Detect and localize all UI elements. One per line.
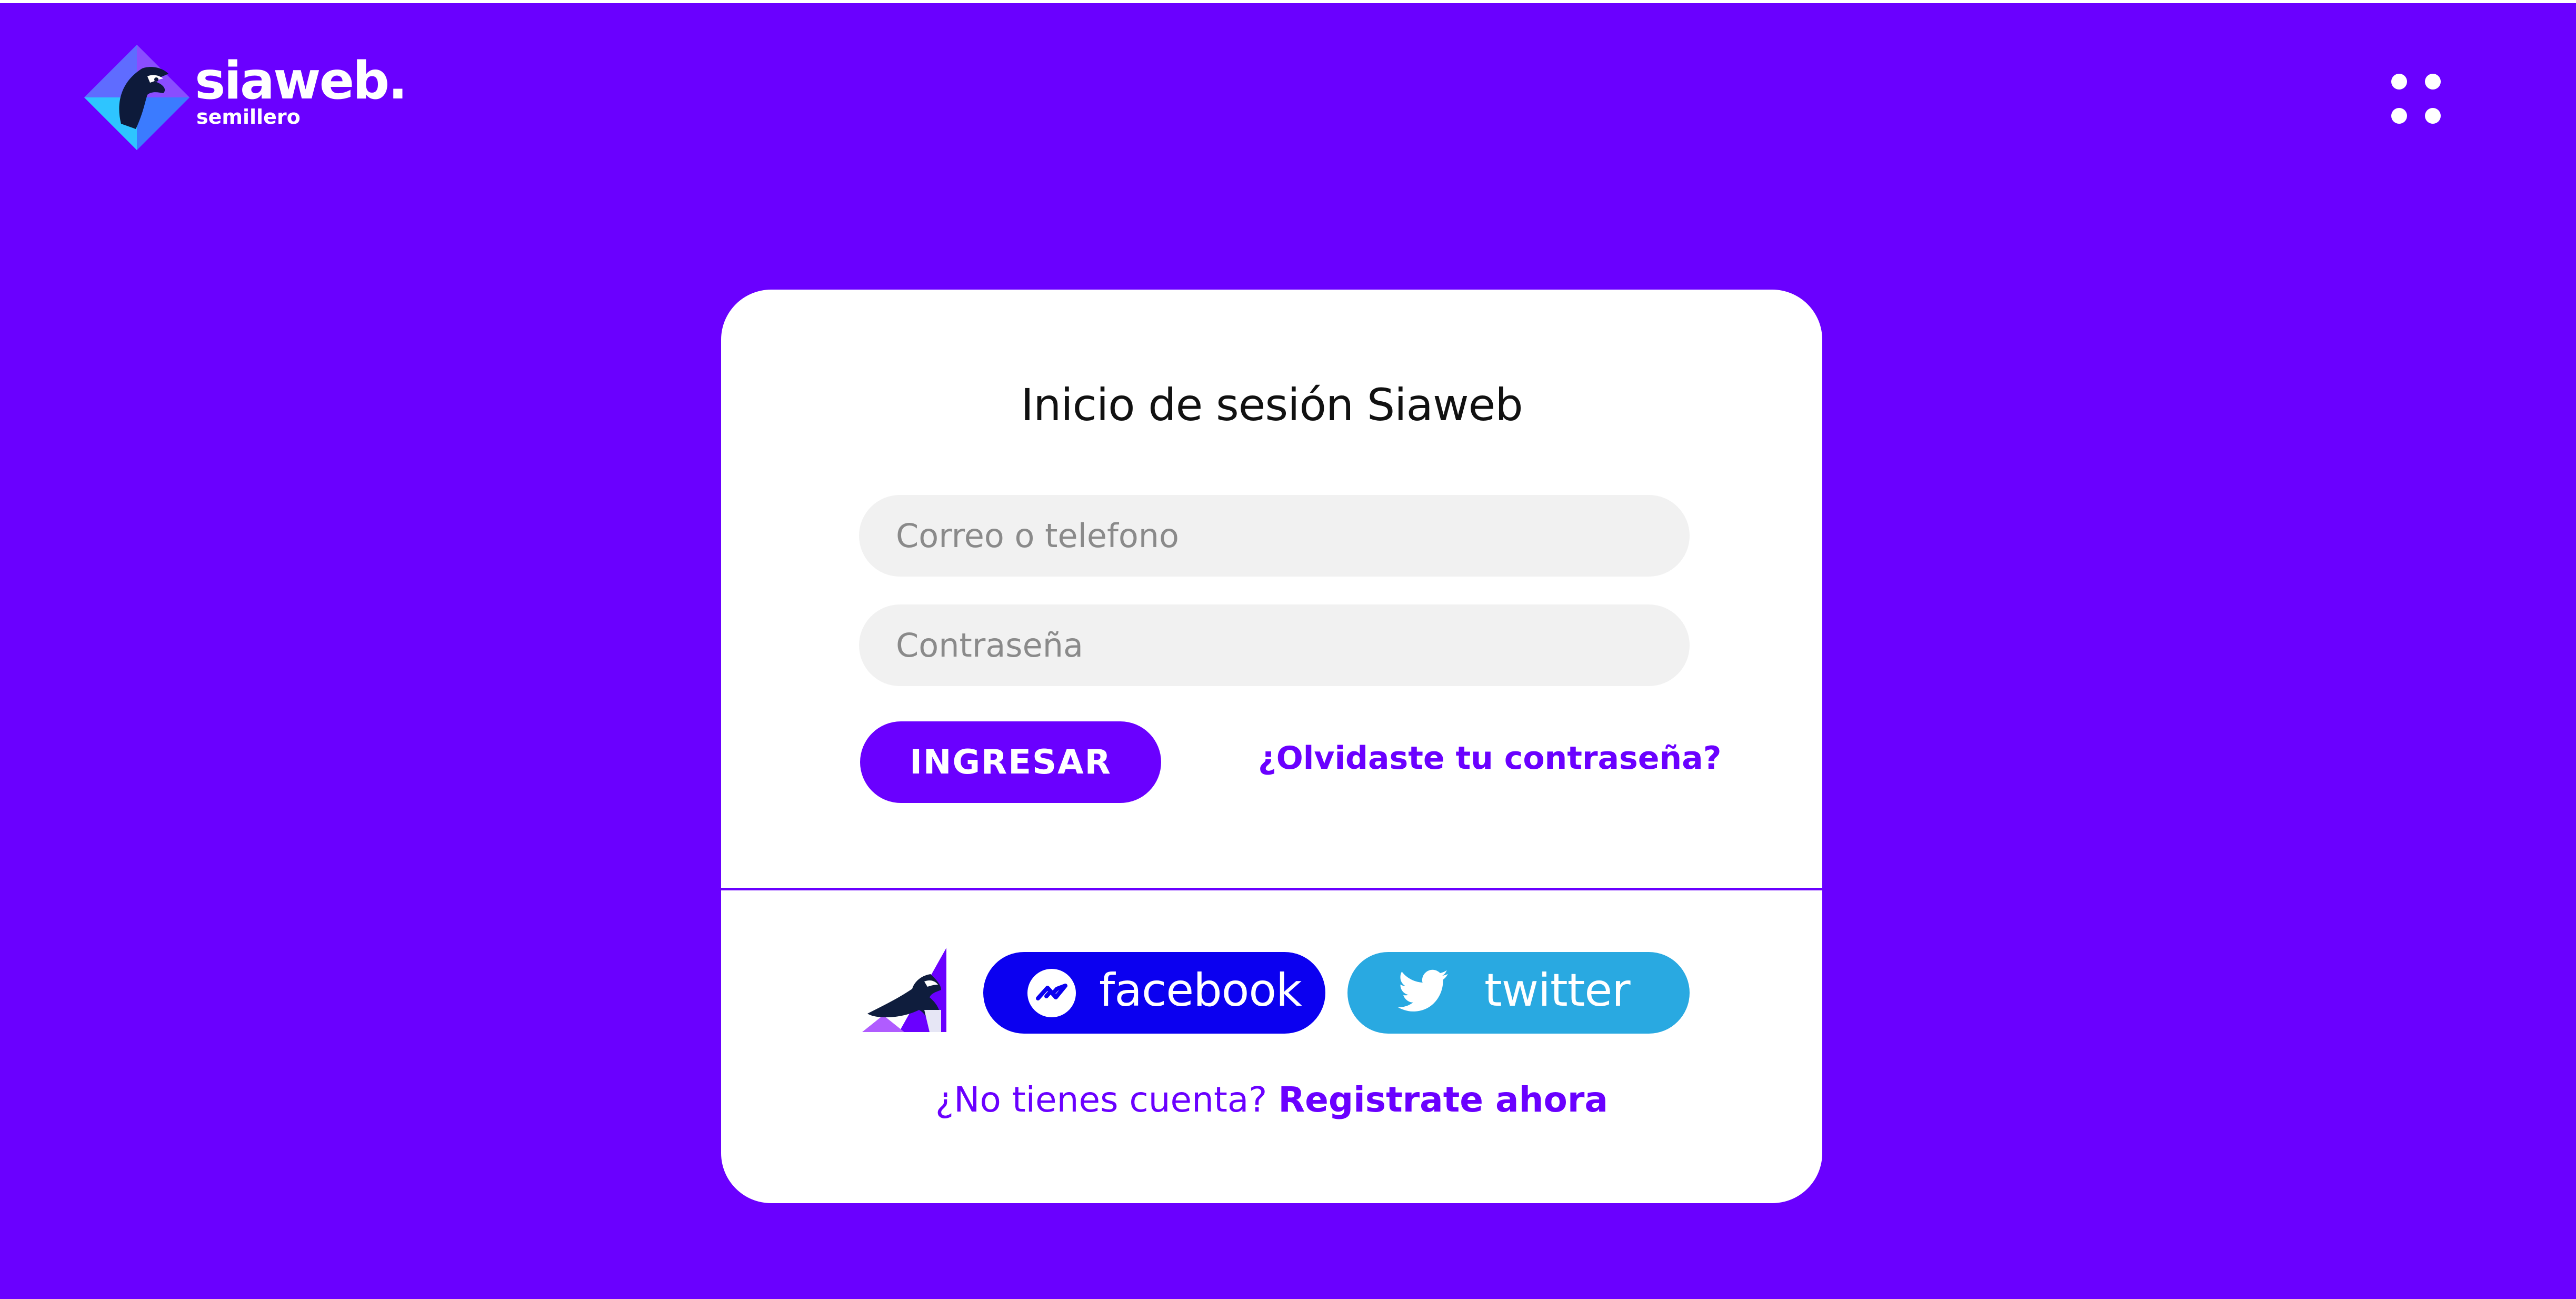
signup-prompt: ¿No tienes cuenta? — [935, 1079, 1267, 1120]
brand-tagline: semillero — [196, 105, 301, 128]
twitter-bird-icon — [1397, 969, 1448, 1012]
forgot-password-link[interactable]: ¿Olvidaste tu contraseña? — [1258, 740, 1721, 777]
menu-button[interactable] — [2387, 74, 2445, 132]
login-button[interactable]: INGRESAR — [860, 721, 1161, 803]
signup-prompt-row: ¿No tienes cuenta? Registrate ahora — [721, 1079, 1822, 1120]
top-border — [0, 0, 2576, 3]
signup-link[interactable]: Registrate ahora — [1278, 1079, 1608, 1120]
messenger-icon — [1027, 969, 1076, 1017]
twitter-login-button[interactable]: twitter — [1347, 952, 1690, 1034]
facebook-label: facebook — [1099, 964, 1302, 1017]
password-field[interactable] — [859, 604, 1690, 686]
divider — [721, 888, 1822, 890]
login-title: Inicio de sesión Siaweb — [1021, 379, 1523, 431]
login-card: Inicio de sesión Siaweb INGRESAR ¿Olvida… — [721, 290, 1822, 1203]
brand-logo[interactable]: siaweb. semillero — [84, 45, 407, 150]
siaweb-logo-icon — [84, 45, 189, 150]
twitter-label: twitter — [1484, 964, 1631, 1017]
email-field[interactable] — [859, 495, 1690, 577]
facebook-login-button[interactable]: facebook — [983, 952, 1325, 1034]
brand-name: siaweb. — [195, 51, 407, 111]
wolf-mascot-icon — [862, 948, 946, 1032]
